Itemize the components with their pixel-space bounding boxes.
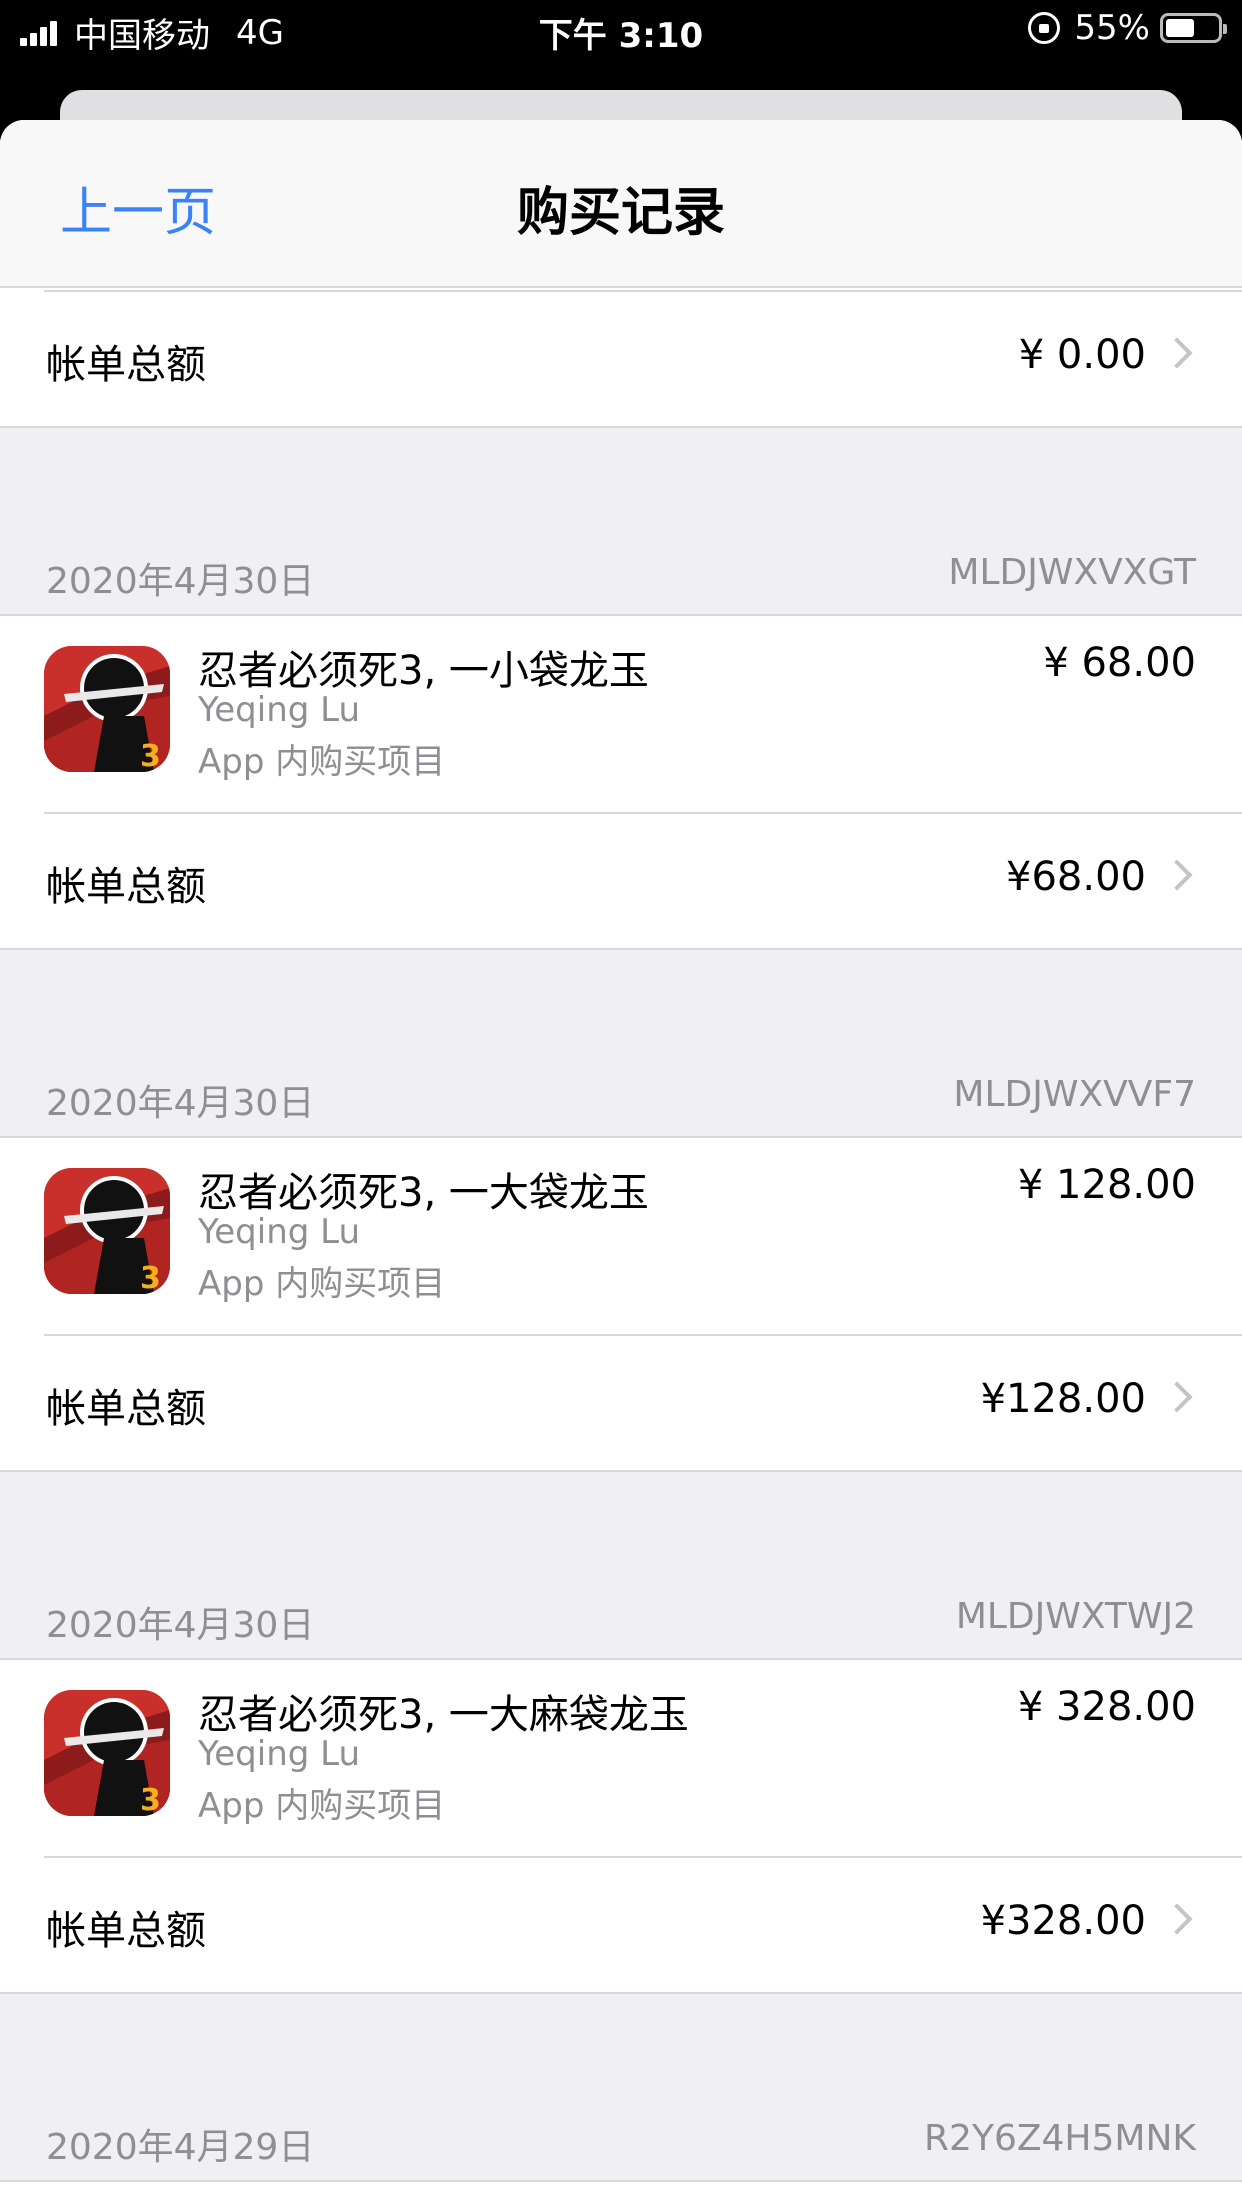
bill-total-row[interactable]: 帐单总额 ¥128.00 (0, 1336, 1242, 1470)
item-title: 忍者必须死3, 一大麻袋龙玉 (198, 1692, 689, 1738)
order-id: R2Y6Z4H5MNK (924, 2118, 1196, 2159)
order-id: MLDJWXVVF7 (953, 1074, 1196, 1115)
item-developer: Yeqing Lu (198, 690, 361, 730)
purchase-item-row[interactable]: 3 忍者必须死3, 一大袋龙玉 Yeqing Lu App 内购买项目 ¥ 12… (0, 1138, 1242, 1334)
order-date: 2020年4月30日 (46, 1083, 315, 1124)
bill-total-amount: ¥328.00 (980, 1898, 1146, 1944)
bill-total-label: 帐单总额 (46, 1386, 206, 1432)
item-title: 忍者必须死3, 一小袋龙玉 (198, 648, 649, 694)
chevron-right-icon (1161, 859, 1193, 891)
ninja-game-app-icon: 3 (44, 1168, 170, 1294)
item-kind: App 内购买项目 (198, 1786, 446, 1826)
ninja-game-app-icon: 3 (44, 646, 170, 772)
bill-total-row[interactable]: 帐单总额 ¥ 0.00 (0, 292, 1242, 426)
order-date: 2020年4月30日 (46, 1605, 315, 1646)
item-kind: App 内购买项目 (198, 742, 446, 782)
bill-total-amount: ¥128.00 (980, 1376, 1146, 1422)
navigation-bar: 上一页 购买记录 (0, 120, 1242, 288)
order-date: 2020年4月29日 (46, 2127, 315, 2168)
status-bar: 中国移动 4G 下午 3:10 55% (0, 0, 1242, 62)
order-date: 2020年4月30日 (46, 561, 315, 602)
item-developer: Yeqing Lu (198, 1212, 361, 1252)
battery-fill (1166, 19, 1194, 37)
bill-total-label: 帐单总额 (46, 864, 206, 910)
svg-text:3: 3 (140, 1261, 161, 1294)
page-title: 购买记录 (516, 183, 725, 243)
order-header: 2020年4月30日 MLDJWXVVF7 (0, 1066, 1242, 1136)
item-title: 西瓜 (198, 2202, 278, 2208)
bill-total-label: 帐单总额 (46, 1908, 206, 1954)
bill-total-amount: ¥68.00 (1006, 854, 1146, 900)
purchase-item-row[interactable]: 3 忍者必须死3, 一小袋龙玉 Yeqing Lu App 内购买项目 ¥ 68… (0, 616, 1242, 812)
order-header: 2020年4月30日 MLDJWXVXGT (0, 544, 1242, 614)
chevron-right-icon (1161, 1381, 1193, 1413)
bill-total-row[interactable]: 帐单总额 ¥328.00 (0, 1858, 1242, 1992)
partial-item-row[interactable]: 西瓜 (0, 2182, 1242, 2208)
item-kind: App 内购买项目 (198, 1264, 446, 1304)
purchase-list[interactable]: iOS App 帐单总额 ¥ 0.00 2020年4月30日 MLDJWXVXG… (0, 120, 1242, 2208)
ninja-game-app-icon: 3 (44, 1690, 170, 1816)
purchase-history-sheet: 上一页 购买记录 iOS App 帐单总额 ¥ 0.00 2020年4月30日 … (0, 120, 1242, 2208)
svg-text:3: 3 (140, 739, 161, 772)
order-id: MLDJWXVXGT (948, 552, 1196, 593)
bill-total-row[interactable]: 帐单总额 ¥68.00 (0, 814, 1242, 948)
battery-percent: 55% (1074, 8, 1150, 48)
item-title: 忍者必须死3, 一大袋龙玉 (198, 1170, 649, 1216)
item-price: ¥ 68.00 (1043, 640, 1196, 686)
item-price: ¥ 328.00 (1017, 1684, 1196, 1730)
order-id: MLDJWXTWJ2 (955, 1596, 1196, 1637)
rotation-lock-icon (1028, 12, 1061, 44)
item-price: ¥ 128.00 (1017, 1162, 1196, 1208)
bill-total-amount: ¥ 0.00 (1018, 332, 1146, 378)
battery-icon (1160, 13, 1227, 43)
chevron-right-icon (1161, 1903, 1193, 1935)
bill-total-label: 帐单总额 (46, 342, 206, 388)
purchase-item-row[interactable]: 3 忍者必须死3, 一大麻袋龙玉 Yeqing Lu App 内购买项目 ¥ 3… (0, 1660, 1242, 1856)
item-developer: Yeqing Lu (198, 1734, 361, 1774)
chevron-right-icon (1161, 337, 1193, 369)
order-header: 2020年4月30日 MLDJWXTWJ2 (0, 1588, 1242, 1658)
svg-text:3: 3 (140, 1783, 161, 1816)
order-header: 2020年4月29日 R2Y6Z4H5MNK (0, 2110, 1242, 2180)
